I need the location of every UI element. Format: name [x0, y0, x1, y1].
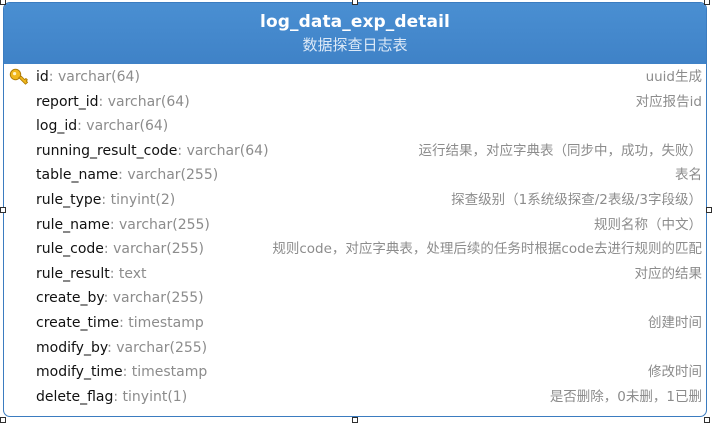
field-definition: modify_by: varchar(255)	[36, 336, 207, 361]
field-type: : varchar(64)	[77, 118, 169, 135]
field-row[interactable]: report_id: varchar(64) 对应报告id	[4, 90, 706, 115]
field-definition: create_by: varchar(255)	[36, 286, 204, 311]
field-definition: rule_result: text	[36, 262, 147, 287]
field-name: create_by	[36, 290, 104, 307]
field-type: : tinyint(1)	[113, 388, 188, 405]
field-comment: 运行结果，对应字典表（同步中，成功，失败）	[418, 142, 703, 159]
resize-handle-top-right[interactable]	[704, 0, 710, 5]
field-definition: modify_time: timestamp	[36, 360, 207, 385]
field-name: report_id	[36, 93, 99, 110]
field-comment: 修改时间	[648, 364, 702, 381]
field-definition: report_id: varchar(64)	[36, 90, 190, 115]
field-name: create_time	[36, 314, 120, 331]
field-type: : varchar(64)	[177, 142, 269, 159]
resize-handle-bottom-center[interactable]	[352, 417, 358, 423]
field-definition: rule_type: tinyint(2)	[36, 188, 175, 213]
field-list: id: varchar(64) uuid生成 report_id: varchar(…	[4, 64, 706, 409]
field-type: : text	[109, 265, 147, 282]
field-comment: 表名	[675, 167, 702, 184]
field-row[interactable]: delete_flag: tinyint(1) 是否删除，0未删，1已删	[4, 385, 706, 410]
field-name: table_name	[36, 167, 119, 184]
field-name: rule_code	[36, 241, 104, 258]
diagram-canvas: log_data_exp_detail 数据探查日志表 id: varchar(…	[0, 0, 713, 423]
field-definition: create_time: timestamp	[36, 311, 204, 336]
field-type: : varchar(255)	[109, 216, 210, 233]
field-row[interactable]: modify_time: timestamp 修改时间	[4, 360, 706, 385]
field-comment: 创建时间	[648, 314, 702, 331]
field-name: modify_by	[36, 339, 108, 356]
resize-handle-bottom-left[interactable]	[0, 417, 6, 423]
field-type: : varchar(255)	[103, 290, 204, 307]
field-name: rule_name	[36, 216, 110, 233]
field-comment: 规则code，对应字典表，处理后续的任务时根据code去进行规则的匹配	[272, 241, 702, 258]
field-name: delete_flag	[36, 388, 114, 405]
resize-handle-middle-left[interactable]	[0, 207, 6, 213]
resize-handle-top-center[interactable]	[352, 0, 358, 5]
field-type: : varchar(255)	[103, 241, 204, 258]
field-name: running_result_code	[36, 142, 178, 159]
field-row[interactable]: rule_result: text 对应的结果	[4, 262, 706, 287]
field-definition: running_result_code: varchar(64)	[36, 139, 269, 164]
field-row[interactable]: id: varchar(64) uuid生成	[4, 65, 706, 90]
field-row[interactable]: rule_type: tinyint(2) 探查级别（1系统级探查/2表级/3字段…	[4, 188, 706, 213]
field-name: modify_time	[36, 364, 123, 381]
field-definition: delete_flag: tinyint(1)	[36, 385, 187, 410]
field-type: : varchar(64)	[48, 69, 140, 85]
field-type: : varchar(64)	[98, 93, 190, 110]
field-type: : varchar(255)	[107, 339, 208, 356]
field-row[interactable]: rule_name: varchar(255) 规则名称（中文）	[4, 213, 706, 238]
field-comment: 是否删除，0未删，1已删	[549, 388, 702, 405]
field-name: rule_type	[36, 191, 102, 208]
resize-handle-bottom-right[interactable]	[704, 417, 710, 423]
field-row[interactable]: create_time: timestamp 创建时间	[4, 311, 706, 336]
field-row[interactable]: log_id: varchar(64)	[4, 114, 706, 139]
field-row[interactable]: table_name: varchar(255) 表名	[4, 163, 706, 188]
field-definition: log_id: varchar(64)	[36, 114, 168, 139]
entity-name: log_data_exp_detail	[260, 12, 450, 32]
field-definition: id: varchar(64)	[36, 65, 140, 90]
field-type: : varchar(255)	[118, 167, 219, 184]
field-name: id	[36, 69, 49, 85]
field-row[interactable]: rule_code: varchar(255) 规则code，对应字典表，处理后续…	[4, 237, 706, 262]
field-definition: rule_code: varchar(255)	[36, 237, 204, 262]
field-definition: rule_name: varchar(255)	[36, 213, 210, 238]
entity-table[interactable]: log_data_exp_detail 数据探查日志表 id: varchar(…	[3, 2, 707, 417]
resize-handle-top-left[interactable]	[0, 0, 6, 5]
entity-header[interactable]: log_data_exp_detail 数据探查日志表	[4, 3, 706, 64]
field-comment: uuid生成	[645, 69, 702, 85]
field-row[interactable]: running_result_code: varchar(64) 运行结果，对应字…	[4, 139, 706, 164]
field-name: rule_result	[36, 265, 110, 282]
field-type: : tinyint(2)	[101, 191, 176, 208]
field-type: : timestamp	[119, 314, 204, 331]
field-type: : timestamp	[122, 364, 208, 381]
field-comment: 对应报告id	[635, 93, 702, 110]
field-comment: 规则名称（中文）	[594, 216, 702, 233]
field-row[interactable]: modify_by: varchar(255)	[4, 336, 706, 361]
resize-handle-middle-right[interactable]	[706, 207, 712, 213]
field-comment: 探查级别（1系统级探查/2表级/3字段级）	[451, 191, 702, 208]
key-icon	[9, 68, 31, 86]
entity-comment: 数据探查日志表	[302, 36, 408, 54]
field-definition: table_name: varchar(255)	[36, 163, 218, 188]
field-name: log_id	[36, 118, 78, 135]
field-comment: 对应的结果	[634, 265, 703, 282]
field-row[interactable]: create_by: varchar(255)	[4, 286, 706, 311]
